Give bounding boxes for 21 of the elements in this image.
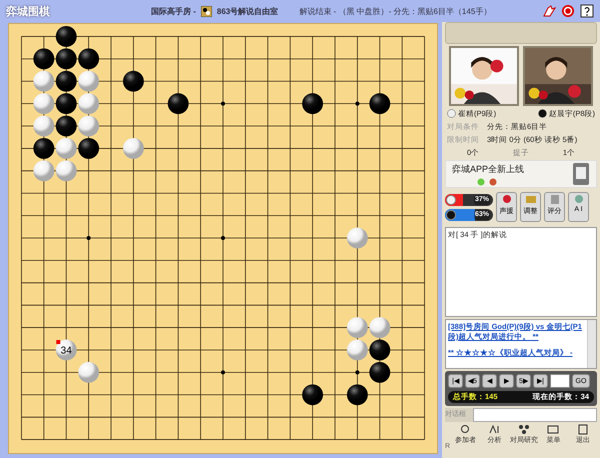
tablet-icon (548, 194, 560, 205)
game-status: 解说结束 - （黑 中盘胜）- 分先：黑贴6目半（145手） (299, 6, 492, 16)
scrollbar[interactable] (587, 320, 596, 368)
person-icon (459, 424, 472, 435)
box-icon (524, 194, 536, 205)
ad-text: 弈城APP全新上线 (452, 162, 524, 176)
app-logo: 弈城围棋 (6, 4, 51, 18)
ad-banner[interactable]: 弈城APP全新上线 (445, 160, 597, 188)
stop-icon[interactable] (561, 4, 575, 18)
menu-icon (547, 424, 560, 435)
flower-icon (500, 194, 512, 205)
room-name: 863号解说自由室 (216, 6, 278, 16)
move-input[interactable] (550, 374, 570, 388)
phone-icon (572, 162, 590, 186)
go-board[interactable]: 34 (8, 23, 438, 454)
room-type: 国际高手房 - (151, 6, 196, 16)
help-icon[interactable] (580, 4, 594, 18)
stone: 34 (56, 340, 77, 360)
stones-icon (518, 424, 530, 435)
hand-icon[interactable] (542, 4, 556, 18)
board-icon (200, 6, 212, 16)
